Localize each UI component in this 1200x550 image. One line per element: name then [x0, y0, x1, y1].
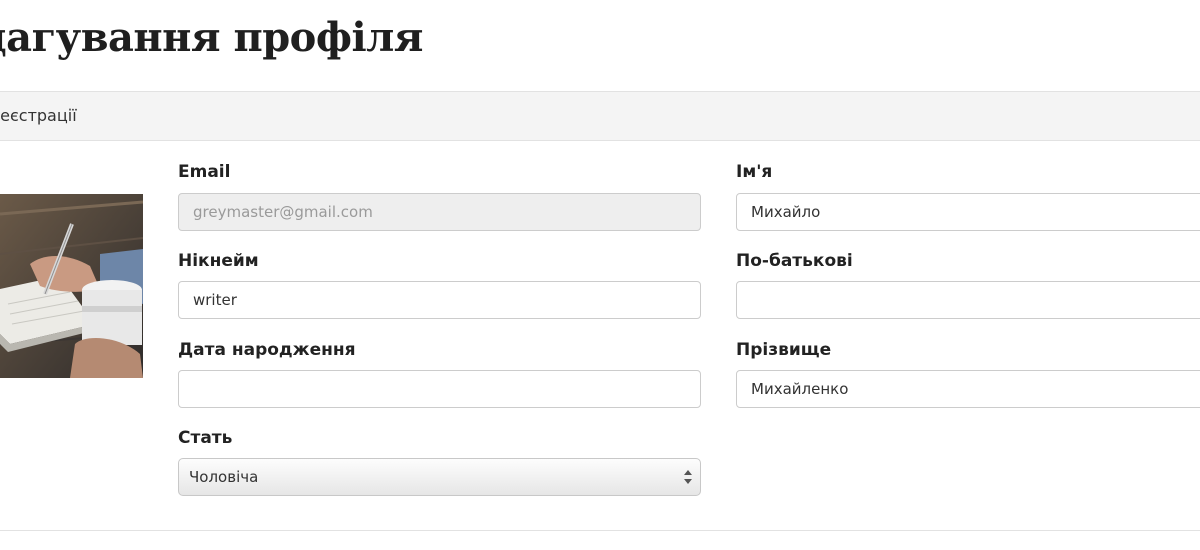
nickname-label: Нікнейм	[178, 251, 259, 271]
avatar-image	[0, 194, 143, 378]
page-title: дагування профіля	[0, 14, 423, 61]
birthdate-field[interactable]	[178, 370, 701, 408]
patronymic-label: По-батькові	[736, 251, 853, 271]
last-name-label: Прізвище	[736, 340, 832, 360]
gender-select-value: Чоловіча	[189, 468, 259, 486]
last-name-field[interactable]	[736, 370, 1200, 408]
section-label: реєстрації	[0, 106, 77, 125]
patronymic-field[interactable]	[736, 281, 1200, 319]
avatar-photo[interactable]	[0, 194, 143, 378]
gender-select[interactable]: Чоловіча	[178, 458, 701, 496]
nickname-field[interactable]	[178, 281, 701, 319]
section-header: реєстрації	[0, 91, 1200, 141]
first-name-label: Ім'я	[736, 162, 773, 182]
birthdate-label: Дата народження	[178, 340, 356, 360]
first-name-field[interactable]	[736, 193, 1200, 231]
email-label: Email	[178, 162, 231, 182]
email-field[interactable]	[178, 193, 701, 231]
profile-edit-page: дагування профіля реєстрації о	[0, 0, 1200, 550]
select-arrows-icon	[684, 470, 692, 484]
divider	[0, 530, 1200, 531]
gender-label: Стать	[178, 428, 233, 448]
